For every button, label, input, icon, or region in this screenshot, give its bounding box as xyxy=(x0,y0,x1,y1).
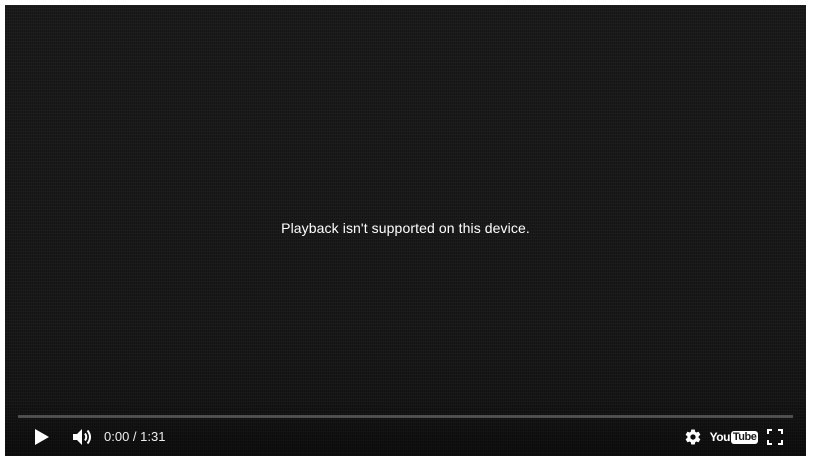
current-time: 0:00 xyxy=(104,429,130,444)
logo-you: You xyxy=(709,430,731,444)
duration: 1:31 xyxy=(140,429,166,444)
youtube-logo: You Tube xyxy=(710,430,759,444)
fullscreen-button[interactable] xyxy=(761,421,789,453)
volume-icon xyxy=(73,429,91,445)
play-button[interactable] xyxy=(27,421,57,453)
mute-button[interactable] xyxy=(67,421,99,453)
time-display: 0:00 / 1:31 xyxy=(104,421,165,453)
control-bar: 0:00 / 1:31 You Tube xyxy=(5,421,806,453)
progress-bar[interactable] xyxy=(18,415,793,418)
video-player[interactable]: Playback isn't supported on this device.… xyxy=(5,5,806,456)
fullscreen-icon xyxy=(767,429,783,445)
time-separator: / xyxy=(129,429,141,444)
playback-error-message: Playback isn't supported on this device. xyxy=(281,220,530,236)
settings-button[interactable] xyxy=(677,421,709,453)
gear-icon xyxy=(685,429,701,445)
play-icon xyxy=(35,429,49,445)
youtube-logo-button[interactable]: You Tube xyxy=(710,421,759,453)
logo-tube: Tube xyxy=(730,430,759,444)
